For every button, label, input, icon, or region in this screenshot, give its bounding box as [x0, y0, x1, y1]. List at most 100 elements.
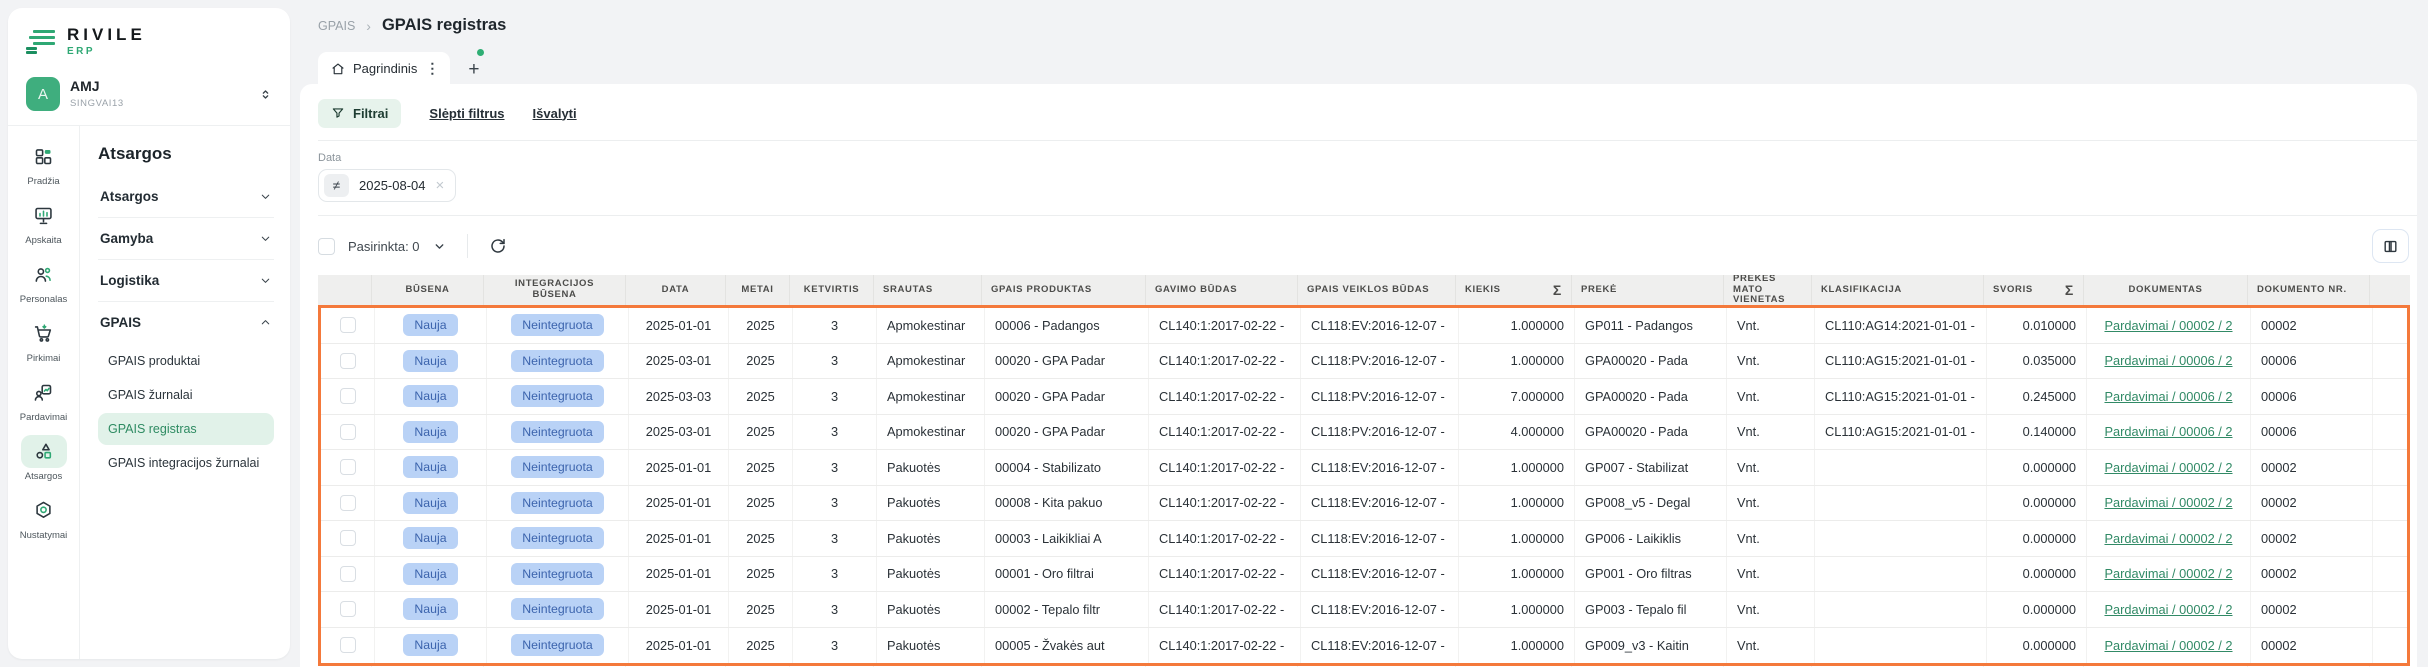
row-checkbox[interactable] [340, 424, 356, 440]
sidebar-item-gpais-registras[interactable]: GPAIS registras [98, 413, 274, 445]
cell-srautas: Apmokestinar [877, 415, 985, 450]
column-header-metai[interactable]: METAI [726, 275, 790, 305]
column-header-busena[interactable]: BŪSENA [372, 275, 484, 305]
rail-item-pirkimai[interactable]: Pirkimai [21, 317, 67, 364]
cell-ketvirtis: 3 [793, 308, 877, 343]
document-link[interactable]: Pardavimai / 00002 / 2 [2104, 460, 2232, 475]
row-checkbox[interactable] [340, 353, 356, 369]
column-header-data[interactable]: DATA [626, 275, 726, 305]
column-header-srautas[interactable]: SRAUTAS [874, 275, 982, 305]
cell-dokumento_nr: 00002 [2251, 521, 2373, 556]
document-link[interactable]: Pardavimai / 00006 / 2 [2104, 424, 2232, 439]
gpais-registras-table: BŪSENAINTEGRACIJOS BŪSENADATAMETAIKETVIR… [318, 275, 2410, 667]
add-tab-button[interactable]: + [468, 60, 479, 87]
sidebar-item-gpais-zurnalai[interactable]: GPAIS žurnalai [98, 379, 274, 411]
not-equal-operator-icon[interactable]: ≠ [324, 174, 349, 197]
cell-klasifikacija: CL110:AG15:2021-01-01 - [1815, 379, 1987, 414]
rail-item-atsargos[interactable]: Atsargos [21, 435, 67, 482]
clear-date-icon[interactable]: × [436, 177, 445, 194]
clear-filters-link[interactable]: Išvalyti [533, 106, 577, 121]
select-all-checkbox[interactable] [318, 238, 335, 255]
column-header-prekes_mato_vienetas[interactable]: PREKĖS MATO VIENETAS [1724, 275, 1812, 305]
document-link[interactable]: Pardavimai / 00006 / 2 [2104, 389, 2232, 404]
table-row[interactable]: NaujaNeintegruota2025-03-0320253Apmokest… [321, 379, 2407, 415]
rail-item-nustatymai[interactable]: Nustatymai [20, 494, 68, 541]
row-checkbox[interactable] [340, 495, 356, 511]
table-row[interactable]: NaujaNeintegruota2025-01-0120253Pakuotės… [321, 628, 2407, 664]
column-header-kiekis[interactable]: KIEKISΣ [1456, 275, 1572, 305]
avatar: A [26, 77, 60, 111]
column-header-klasifikacija[interactable]: KLASIFIKACIJA [1812, 275, 1984, 305]
cell-klasifikacija [1815, 450, 1987, 485]
tab-menu-kebab-icon[interactable]: ⋮ [425, 60, 437, 77]
document-link[interactable]: Pardavimai / 00002 / 2 [2104, 638, 2232, 653]
row-checkbox[interactable] [340, 317, 356, 333]
row-checkbox[interactable] [340, 530, 356, 546]
cell-data: 2025-01-01 [629, 450, 729, 485]
document-link[interactable]: Pardavimai / 00002 / 2 [2104, 318, 2232, 333]
table-row[interactable]: NaujaNeintegruota2025-01-0120253Apmokest… [321, 308, 2407, 344]
sidebar-section-logistika[interactable]: Logistika [98, 260, 274, 302]
column-header-dokumento_nr[interactable]: DOKUMENTO NR. [2248, 275, 2370, 305]
cell-kiekis: 1.000000 [1459, 521, 1575, 556]
document-link[interactable]: Pardavimai / 00002 / 2 [2104, 566, 2232, 581]
date-filter-value[interactable]: 2025-08-04 [359, 178, 426, 193]
column-header-ketvirtis[interactable]: KETVIRTIS [790, 275, 874, 305]
row-checkbox[interactable] [340, 566, 356, 582]
page-title: GPAIS registras [382, 16, 506, 35]
sidebar-section-gpais[interactable]: GPAIS [98, 302, 274, 343]
column-header-gavimo_budas[interactable]: GAVIMO BŪDAS [1146, 275, 1298, 305]
sidebar-item-gpais-integracijos-zurnalai[interactable]: GPAIS integracijos žurnalai [98, 447, 274, 479]
rail-item-pradzia[interactable]: Pradžia [21, 140, 67, 187]
cell-gpais_produktas: 00003 - Laikikliai A [985, 521, 1149, 556]
sidebar-section-atsargos[interactable]: Atsargos [98, 176, 274, 218]
tab-pagrindinis[interactable]: Pagrindinis ⋮ [318, 52, 450, 87]
document-link[interactable]: Pardavimai / 00002 / 2 [2104, 495, 2232, 510]
rail-item-personalas[interactable]: Personalas [20, 258, 68, 305]
cell-cb [321, 450, 375, 485]
chevron-updown-icon[interactable] [259, 87, 272, 102]
cell-gavimo_budas: CL140:1:2017-02-22 - [1149, 379, 1301, 414]
column-header-preke[interactable]: PREKĖ [1572, 275, 1724, 305]
gpais-registras-page: { "colors": { "brand_green": "#2fa874", … [0, 0, 2428, 667]
refresh-button[interactable] [489, 237, 507, 255]
date-filter-chip[interactable]: ≠ 2025-08-04 × [318, 169, 456, 202]
cell-busena: Nauja [375, 344, 487, 379]
rail-item-pardavimai[interactable]: Pardavimai [20, 376, 68, 423]
table-row[interactable]: NaujaNeintegruota2025-01-0120253Pakuotės… [321, 557, 2407, 593]
breadcrumb-parent[interactable]: GPAIS [318, 19, 355, 33]
row-checkbox[interactable] [340, 388, 356, 404]
document-link[interactable]: Pardavimai / 00002 / 2 [2104, 602, 2232, 617]
document-link[interactable]: Pardavimai / 00002 / 2 [2104, 531, 2232, 546]
table-row[interactable]: NaujaNeintegruota2025-01-0120253Pakuotės… [321, 521, 2407, 557]
table-row[interactable]: NaujaNeintegruota2025-03-0120253Apmokest… [321, 344, 2407, 380]
sidebar-section-gamyba[interactable]: Gamyba [98, 218, 274, 260]
table-row[interactable]: NaujaNeintegruota2025-01-0120253Pakuotės… [321, 592, 2407, 628]
cell-gpais_veiklos_budas: CL118:EV:2016-12-07 - [1301, 308, 1459, 343]
column-header-svoris[interactable]: SVORISΣ [1984, 275, 2084, 305]
sum-icon[interactable]: Σ [2065, 282, 2074, 298]
rail-item-apskaita[interactable]: Apskaita [21, 199, 67, 246]
row-checkbox[interactable] [340, 601, 356, 617]
hide-filters-link[interactable]: Slėpti filtrus [429, 106, 504, 121]
filters-button[interactable]: Filtrai [318, 99, 401, 128]
sidebar-item-gpais-produktai[interactable]: GPAIS produktai [98, 345, 274, 377]
table-row[interactable]: NaujaNeintegruota2025-01-0120253Pakuotės… [321, 486, 2407, 522]
chevron-up-icon [259, 316, 272, 329]
cell-gpais_veiklos_budas: CL118:EV:2016-12-07 - [1301, 450, 1459, 485]
cell-preke: GPA00020 - Pada [1575, 344, 1727, 379]
chevron-down-icon[interactable] [433, 240, 446, 253]
table-row[interactable]: NaujaNeintegruota2025-01-0120253Pakuotės… [321, 450, 2407, 486]
column-header-gpais_produktas[interactable]: GPAIS PRODUKTAS [982, 275, 1146, 305]
column-header-integracijos_busena[interactable]: INTEGRACIJOS BŪSENA [484, 275, 626, 305]
cell-integracijos_busena: Neintegruota [487, 344, 629, 379]
sum-icon[interactable]: Σ [1553, 282, 1562, 298]
column-settings-button[interactable] [2372, 229, 2409, 263]
row-checkbox[interactable] [340, 459, 356, 475]
row-checkbox[interactable] [340, 637, 356, 653]
document-link[interactable]: Pardavimai / 00006 / 2 [2104, 353, 2232, 368]
table-row[interactable]: NaujaNeintegruota2025-03-0120253Apmokest… [321, 415, 2407, 451]
user-switcher[interactable]: A AMJ SINGVAI13 [8, 67, 290, 126]
column-header-gpais_veiklos_budas[interactable]: GPAIS VEIKLOS BŪDAS [1298, 275, 1456, 305]
column-header-dokumentas[interactable]: DOKUMENTAS [2084, 275, 2248, 305]
